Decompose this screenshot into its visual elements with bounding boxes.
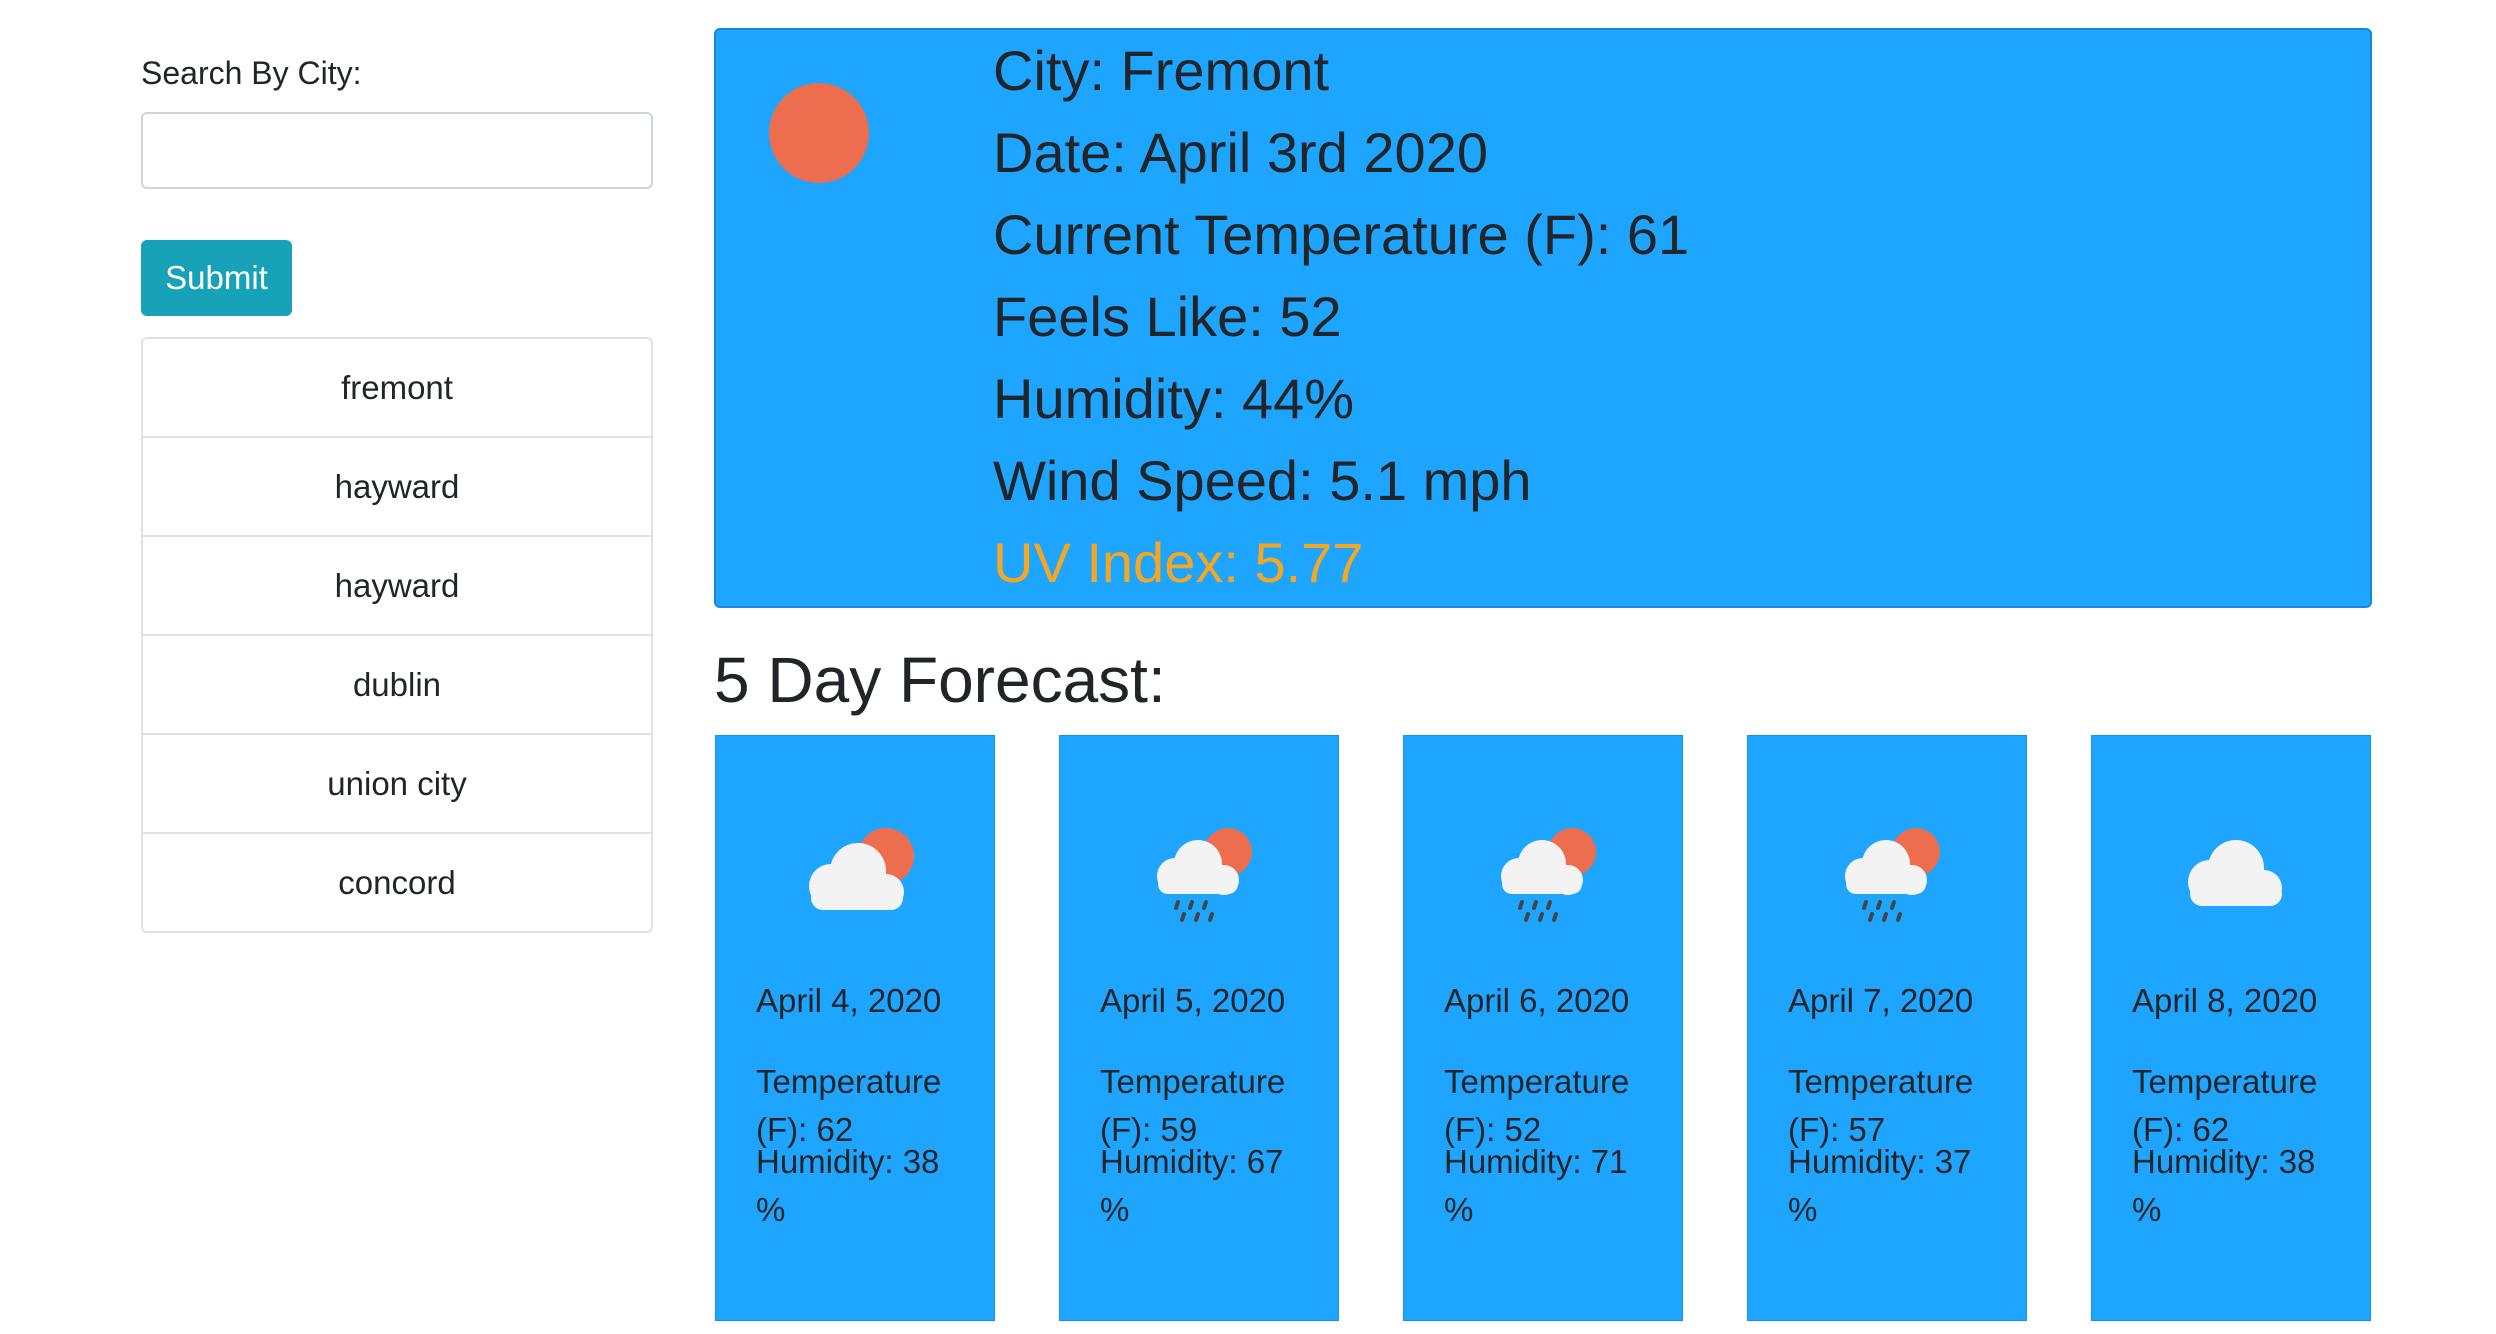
rain-sun-icon xyxy=(1845,828,1940,922)
current-weather-details: City: Fremont Date: April 3rd 2020 Curre… xyxy=(993,30,1689,604)
history-item-dublin[interactable]: dublin xyxy=(143,636,651,735)
forecast-humidity: Humidity: 67 % xyxy=(1100,1143,1284,1228)
cloud-icon xyxy=(2188,840,2282,906)
current-humidity: Humidity: 44% xyxy=(993,367,1355,430)
history-item-hayward-2[interactable]: hayward xyxy=(143,537,651,636)
current-city: City: Fremont xyxy=(993,39,1330,102)
forecast-card-day-5: April 8, 2020 Temperature (F): 62 Humidi… xyxy=(2091,735,2371,1321)
forecast-humidity: Humidity: 38 % xyxy=(2132,1143,2316,1228)
rain-sun-icon xyxy=(1157,828,1252,922)
forecast-card-day-1: April 4, 2020 Temperature (F): 62 Humidi… xyxy=(715,735,995,1321)
forecast-date: April 6, 2020 xyxy=(1444,982,1630,1019)
forecast-date: April 8, 2020 xyxy=(2132,982,2318,1019)
search-label: Search By City: xyxy=(141,55,362,91)
search-history-list: fremont hayward hayward dublin union cit… xyxy=(141,337,653,933)
search-sidebar: Search By City: Submit fremont hayward h… xyxy=(141,50,653,933)
history-item-hayward[interactable]: hayward xyxy=(143,438,651,537)
city-search-input[interactable] xyxy=(141,112,653,189)
current-wind-speed: Wind Speed: 5.1 mph xyxy=(993,449,1532,512)
forecast-humidity: Humidity: 37 % xyxy=(1788,1143,1972,1228)
current-temperature: Current Temperature (F): 61 xyxy=(993,203,1690,266)
forecast-date: April 7, 2020 xyxy=(1788,982,1974,1019)
submit-button[interactable]: Submit xyxy=(141,240,292,316)
history-item-concord[interactable]: concord xyxy=(143,834,651,931)
forecast-humidity: Humidity: 38 % xyxy=(756,1143,940,1228)
forecast-title: 5 Day Forecast: xyxy=(714,644,1166,716)
cloud-sun-icon xyxy=(809,828,914,910)
rain-sun-icon xyxy=(1501,828,1596,922)
sun-icon xyxy=(769,83,869,183)
forecast-date: April 4, 2020 xyxy=(756,982,942,1019)
current-weather-panel: City: Fremont Date: April 3rd 2020 Curre… xyxy=(714,28,2372,608)
forecast-card-day-3: April 6, 2020 Temperature (F): 52 Humidi… xyxy=(1403,735,1683,1321)
history-item-fremont[interactable]: fremont xyxy=(143,339,651,438)
history-item-union-city[interactable]: union city xyxy=(143,735,651,834)
current-feels-like: Feels Like: 52 xyxy=(993,285,1342,348)
forecast-humidity: Humidity: 71 % xyxy=(1444,1143,1628,1228)
forecast-date: April 5, 2020 xyxy=(1100,982,1286,1019)
current-date: Date: April 3rd 2020 xyxy=(993,121,1488,184)
forecast-card-day-4: April 7, 2020 Temperature (F): 57 Humidi… xyxy=(1747,735,2027,1321)
current-uv-index: UV Index: 5.77 xyxy=(993,531,1364,594)
forecast-card-day-2: April 5, 2020 Temperature (F): 59 Humidi… xyxy=(1059,735,1339,1321)
